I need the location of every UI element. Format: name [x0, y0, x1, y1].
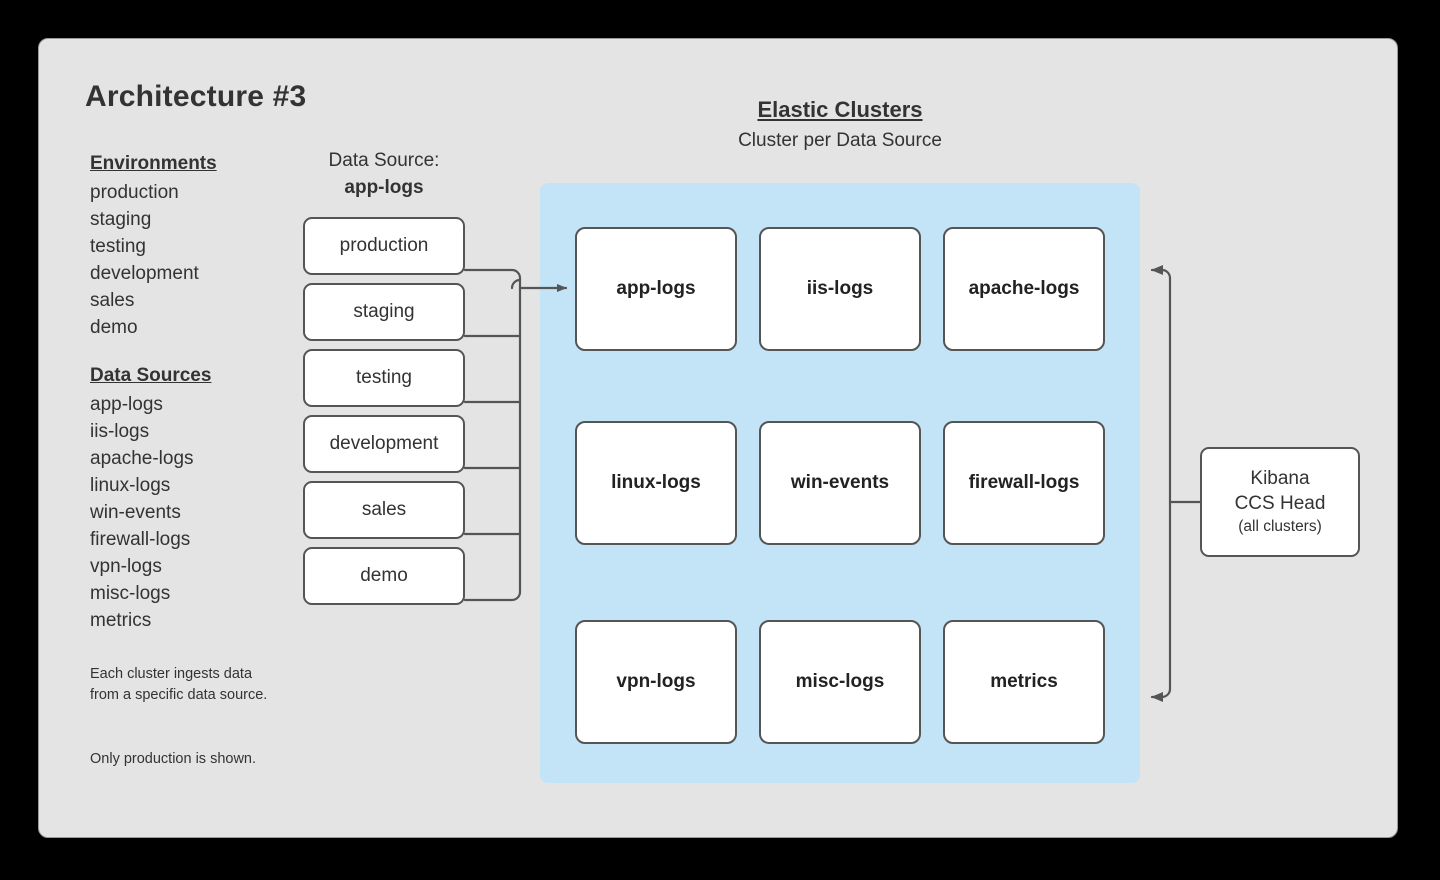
env-box-staging[interactable]: staging: [303, 283, 465, 341]
env-box-testing[interactable]: testing: [303, 349, 465, 407]
environments-heading: Environments: [90, 153, 217, 174]
env-box-sales[interactable]: sales: [303, 481, 465, 539]
page-title: Architecture #3: [85, 80, 307, 113]
cluster-box-apache-logs[interactable]: apache-logs: [943, 227, 1105, 351]
list-item: production: [90, 182, 179, 203]
cluster-box-win-events[interactable]: win-events: [759, 421, 921, 545]
list-item: sales: [90, 290, 135, 311]
list-item: app-logs: [90, 394, 163, 415]
env-box-development[interactable]: development: [303, 415, 465, 473]
note-ingest: Each cluster ingests data from a specifi…: [90, 666, 268, 703]
note-production-only: Only production is shown.: [90, 751, 257, 767]
cluster-box-firewall-logs[interactable]: firewall-logs: [943, 421, 1105, 545]
cluster-box-vpn-logs[interactable]: vpn-logs: [575, 620, 737, 744]
diagram-canvas: Architecture #3 Environments production …: [0, 0, 1440, 880]
cluster-box-iis-logs[interactable]: iis-logs: [759, 227, 921, 351]
env-box-demo[interactable]: demo: [303, 547, 465, 605]
list-item: firewall-logs: [90, 529, 191, 550]
kibana-ccs-head-box[interactable]: Kibana CCS Head (all clusters): [1200, 447, 1360, 557]
kibana-line-1: Kibana: [1250, 468, 1310, 489]
clusters-title: Elastic Clusters: [757, 97, 923, 122]
list-item: vpn-logs: [90, 556, 162, 577]
list-item: linux-logs: [90, 475, 171, 496]
list-item: staging: [90, 209, 152, 230]
list-item: development: [90, 263, 199, 284]
list-item: demo: [90, 317, 138, 338]
kibana-line-2: CCS Head: [1234, 493, 1326, 514]
cluster-box-linux-logs[interactable]: linux-logs: [575, 421, 737, 545]
kibana-line-3: (all clusters): [1238, 518, 1322, 535]
data-sources-list: app-logs iis-logs apache-logs linux-logs…: [90, 391, 194, 634]
list-item: iis-logs: [90, 421, 150, 442]
clusters-subtitle: Cluster per Data Source: [738, 130, 942, 151]
env-box-production[interactable]: production: [303, 217, 465, 275]
list-item: testing: [90, 236, 146, 257]
environments-list: production staging testing development s…: [90, 179, 199, 341]
list-item: metrics: [90, 610, 152, 631]
data-source-column-value: app-logs: [344, 177, 424, 198]
list-item: win-events: [90, 502, 181, 523]
list-item: misc-logs: [90, 583, 171, 604]
data-source-column-label: Data Source:: [328, 150, 440, 171]
cluster-box-metrics[interactable]: metrics: [943, 620, 1105, 744]
data-sources-heading: Data Sources: [90, 365, 212, 386]
cluster-box-misc-logs[interactable]: misc-logs: [759, 620, 921, 744]
list-item: apache-logs: [90, 448, 194, 469]
cluster-box-app-logs[interactable]: app-logs: [575, 227, 737, 351]
